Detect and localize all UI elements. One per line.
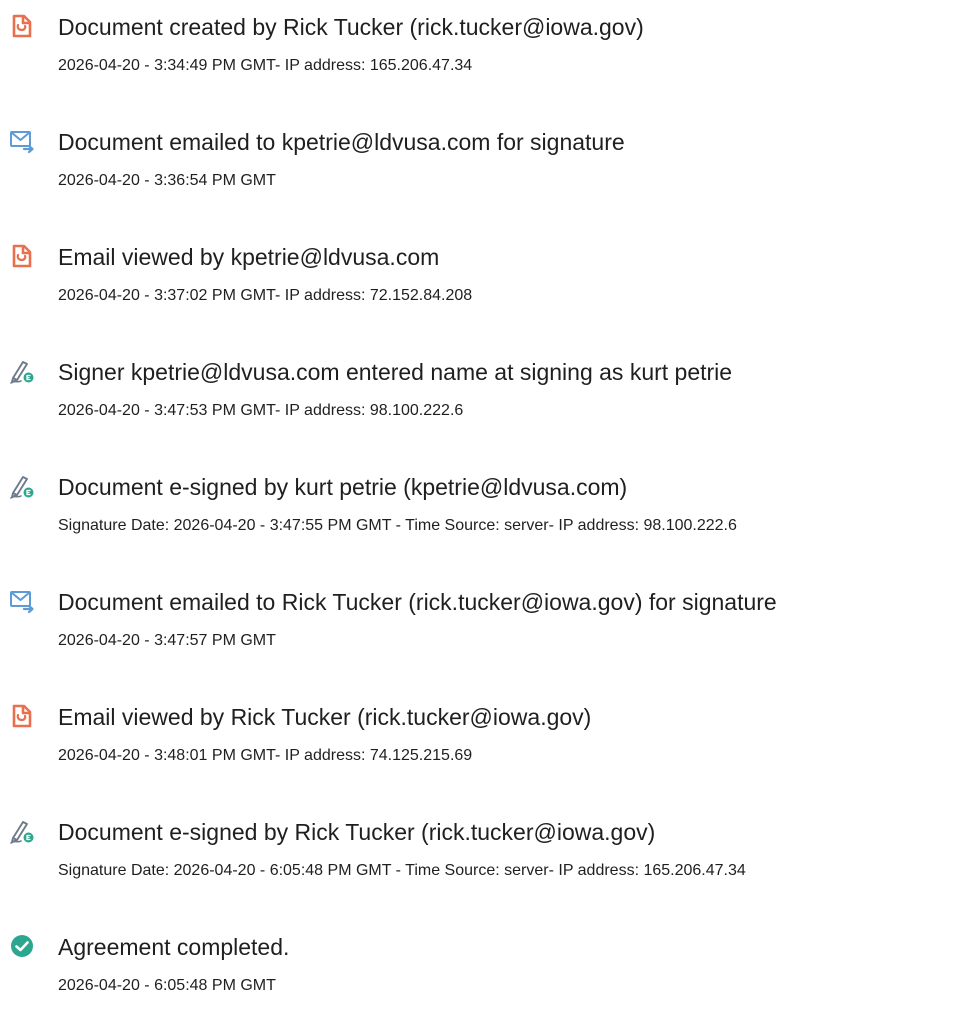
audit-event: Email viewed by kpetrie@ldvusa.com 2026-… bbox=[0, 243, 976, 323]
event-detail: 2026-04-20 - 3:36:54 PM GMT bbox=[58, 172, 276, 189]
event-title: Document created by Rick Tucker (rick.tu… bbox=[58, 14, 644, 40]
event-title: Document emailed to Rick Tucker (rick.tu… bbox=[58, 589, 777, 615]
event-title: Document e-signed by kurt petrie (kpetri… bbox=[58, 474, 628, 500]
audit-event: Email viewed by Rick Tucker (rick.tucker… bbox=[0, 703, 976, 783]
e-sign-icon bbox=[9, 358, 35, 384]
event-detail: 2026-04-20 - 3:48:01 PM GMT- IP address:… bbox=[58, 747, 473, 764]
audit-event: Document created by Rick Tucker (rick.tu… bbox=[0, 13, 976, 93]
event-detail: Signature Date: 2026-04-20 - 3:47:55 PM … bbox=[58, 517, 737, 534]
event-detail: 2026-04-20 - 6:05:48 PM GMT bbox=[58, 977, 276, 994]
email-sent-icon bbox=[9, 128, 35, 154]
document-icon bbox=[9, 13, 35, 39]
event-title: Document emailed to kpetrie@ldvusa.com f… bbox=[58, 129, 625, 155]
e-sign-icon bbox=[9, 818, 35, 844]
event-detail: 2026-04-20 - 3:37:02 PM GMT- IP address:… bbox=[58, 287, 473, 304]
event-detail: 2026-04-20 - 3:34:49 PM GMT- IP address:… bbox=[58, 57, 473, 74]
event-title: Document e-signed by Rick Tucker (rick.t… bbox=[58, 819, 656, 845]
audit-event: Document e-signed by Rick Tucker (rick.t… bbox=[0, 818, 976, 898]
audit-event: Document emailed to kpetrie@ldvusa.com f… bbox=[0, 128, 976, 208]
event-detail: 2026-04-20 - 3:47:57 PM GMT bbox=[58, 632, 276, 649]
audit-event: Signer kpetrie@ldvusa.com entered name a… bbox=[0, 358, 976, 438]
audit-event: Agreement completed. 2026-04-20 - 6:05:4… bbox=[0, 933, 976, 1013]
audit-event: Document emailed to Rick Tucker (rick.tu… bbox=[0, 588, 976, 668]
check-circle-icon bbox=[9, 933, 35, 959]
event-title: Signer kpetrie@ldvusa.com entered name a… bbox=[58, 359, 733, 385]
event-title: Agreement completed. bbox=[58, 934, 290, 960]
event-detail: Signature Date: 2026-04-20 - 6:05:48 PM … bbox=[58, 862, 746, 879]
event-detail: 2026-04-20 - 3:47:53 PM GMT- IP address:… bbox=[58, 402, 464, 419]
document-icon bbox=[9, 703, 35, 729]
e-sign-icon bbox=[9, 473, 35, 499]
event-title: Email viewed by Rick Tucker (rick.tucker… bbox=[58, 704, 592, 730]
document-icon bbox=[9, 243, 35, 269]
audit-event: Document e-signed by kurt petrie (kpetri… bbox=[0, 473, 976, 553]
email-sent-icon bbox=[9, 588, 35, 614]
event-title: Email viewed by kpetrie@ldvusa.com bbox=[58, 244, 440, 270]
